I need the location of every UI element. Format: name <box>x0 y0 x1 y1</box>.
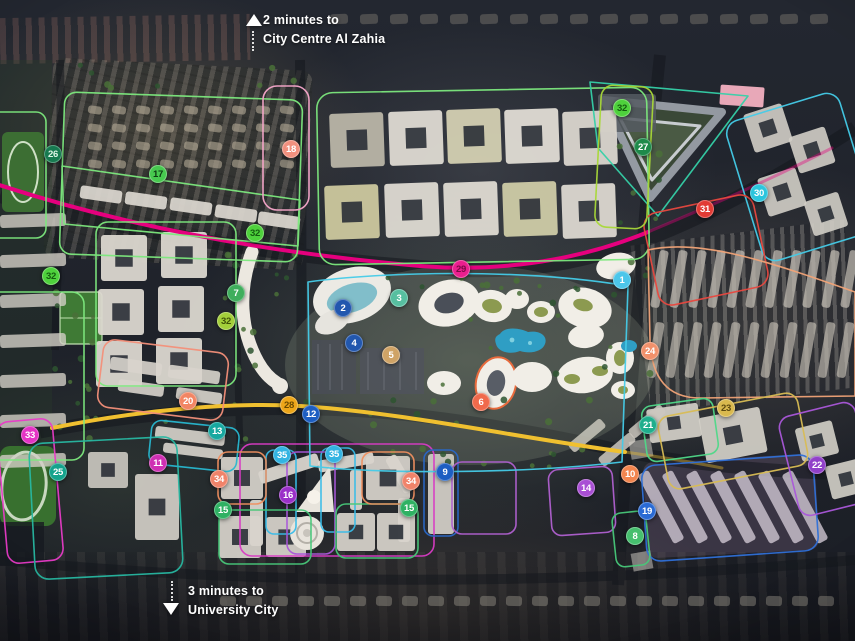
masterplan-map: 1234567891011121314151516171819202122232… <box>0 0 855 641</box>
top-direction-line1: 2 minutes to <box>263 11 385 30</box>
map-marker-19[interactable]: 19 <box>638 502 656 520</box>
map-marker-35a[interactable]: 35 <box>273 446 291 464</box>
bottom-direction-label: 3 minutes to University City <box>188 582 279 620</box>
bottom-dotted-line <box>171 581 173 601</box>
map-marker-28[interactable]: 28 <box>280 396 298 414</box>
map-marker-35b[interactable]: 35 <box>325 445 343 463</box>
map-marker-8[interactable]: 8 <box>626 527 644 545</box>
map-marker-32a[interactable]: 32 <box>42 267 60 285</box>
bottom-direction-line1: 3 minutes to <box>188 582 279 601</box>
map-marker-32c[interactable]: 32 <box>613 99 631 117</box>
map-marker-2[interactable]: 2 <box>334 299 352 317</box>
map-marker-32d[interactable]: 32 <box>217 312 235 330</box>
map-marker-33[interactable]: 33 <box>21 426 39 444</box>
map-marker-6[interactable]: 6 <box>472 393 490 411</box>
map-marker-15a[interactable]: 15 <box>214 501 232 519</box>
map-marker-27[interactable]: 27 <box>634 138 652 156</box>
map-marker-13[interactable]: 13 <box>208 422 226 440</box>
bottom-direction-line2: University City <box>188 601 279 620</box>
map-marker-20[interactable]: 20 <box>179 392 197 410</box>
map-marker-14[interactable]: 14 <box>577 479 595 497</box>
map-marker-23[interactable]: 23 <box>717 399 735 417</box>
map-marker-11[interactable]: 11 <box>149 454 167 472</box>
map-marker-3[interactable]: 3 <box>390 289 408 307</box>
top-dotted-line <box>252 31 254 51</box>
map-marker-17[interactable]: 17 <box>149 165 167 183</box>
map-marker-18[interactable]: 18 <box>282 140 300 158</box>
map-marker-31[interactable]: 31 <box>696 200 714 218</box>
map-marker-30[interactable]: 30 <box>750 184 768 202</box>
map-marker-12[interactable]: 12 <box>302 405 320 423</box>
map-marker-26[interactable]: 26 <box>44 145 62 163</box>
map-marker-34a[interactable]: 34 <box>210 470 228 488</box>
map-marker-25[interactable]: 25 <box>49 463 67 481</box>
map-marker-24[interactable]: 24 <box>641 342 659 360</box>
map-marker-5[interactable]: 5 <box>382 346 400 364</box>
triangle-up-icon <box>246 14 262 26</box>
map-marker-7[interactable]: 7 <box>227 284 245 302</box>
top-direction-label: 2 minutes to City Centre Al Zahia <box>263 11 385 49</box>
map-marker-32b[interactable]: 32 <box>246 224 264 242</box>
triangle-down-icon <box>163 603 179 615</box>
map-artwork <box>0 0 855 641</box>
map-marker-22[interactable]: 22 <box>808 456 826 474</box>
map-marker-21[interactable]: 21 <box>639 416 657 434</box>
map-marker-29[interactable]: 29 <box>452 260 470 278</box>
map-marker-10[interactable]: 10 <box>621 465 639 483</box>
map-marker-34b[interactable]: 34 <box>402 472 420 490</box>
map-marker-9[interactable]: 9 <box>436 463 454 481</box>
map-marker-1[interactable]: 1 <box>613 271 631 289</box>
map-marker-15b[interactable]: 15 <box>400 499 418 517</box>
top-direction-line2: City Centre Al Zahia <box>263 30 385 49</box>
map-marker-16[interactable]: 16 <box>279 486 297 504</box>
map-marker-4[interactable]: 4 <box>345 334 363 352</box>
